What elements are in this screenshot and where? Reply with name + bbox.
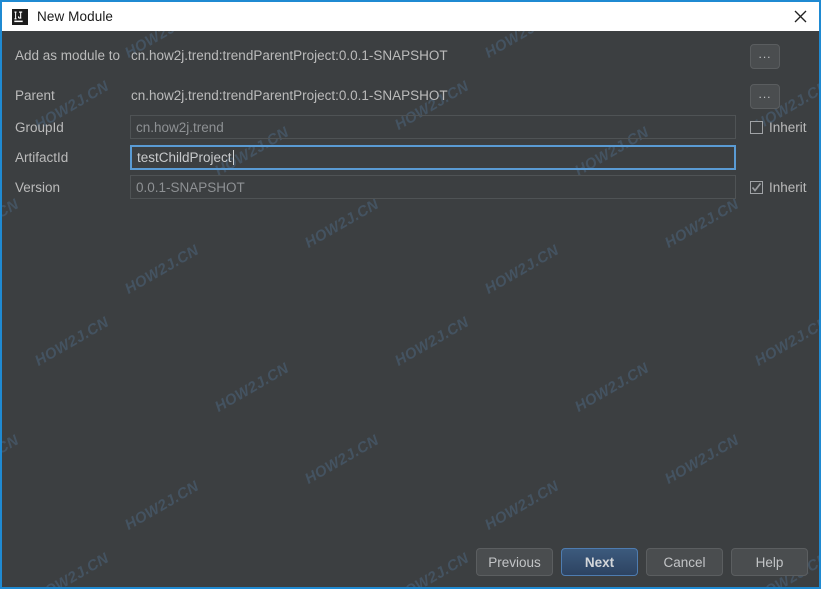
form-row-version: Version Inherit [2,175,819,201]
inherit-checkbox-groupid[interactable]: Inherit [750,117,807,137]
title-bar: New Module [2,0,819,31]
inherit-checkbox-version[interactable]: Inherit [750,177,807,197]
field-label: GroupId [15,120,64,135]
dialog-footer: Previous Next Cancel Help [2,548,819,587]
dialog-body: Add as module to cn.how2j.trend:trendPar… [2,31,819,587]
field-label: ArtifactId [15,150,69,165]
browse-button-add-as-module-to[interactable]: ... [750,44,780,69]
field-label: Parent [15,88,55,103]
inherit-label: Inherit [769,179,807,195]
groupid-input[interactable] [130,115,736,139]
form-row-add-as-module-to: Add as module to cn.how2j.trend:trendPar… [2,43,819,69]
new-module-dialog: New Module HOW2J.CN HOW2J.CN HOW2J.CN HOW2J… [0,0,821,589]
previous-button[interactable]: Previous [476,548,553,576]
artifactid-input[interactable] [130,145,736,170]
inherit-label: Inherit [769,119,807,135]
cancel-button[interactable]: Cancel [646,548,723,576]
checkbox-checked-icon [750,120,763,134]
field-value: cn.how2j.trend:trendParentProject:0.0.1-… [131,48,448,63]
text-caret [232,150,234,165]
form-row-parent: Parent cn.how2j.trend:trendParentProject… [2,83,819,109]
browse-button-parent[interactable]: ... [750,84,780,109]
form-row-artifactid: ArtifactId [2,145,819,171]
field-label: Add as module to [15,48,121,63]
help-button[interactable]: Help [731,548,808,576]
next-button[interactable]: Next [561,548,638,576]
form-row-groupid: GroupId Inherit [2,115,819,141]
field-value: cn.how2j.trend:trendParentProject:0.0.1-… [131,88,448,103]
checkbox-checked-icon [750,180,763,194]
intellij-idea-icon [12,8,28,25]
close-icon[interactable] [777,2,819,31]
dialog-title: New Module [37,9,114,24]
field-label: Version [15,180,61,195]
version-input[interactable] [130,175,736,199]
